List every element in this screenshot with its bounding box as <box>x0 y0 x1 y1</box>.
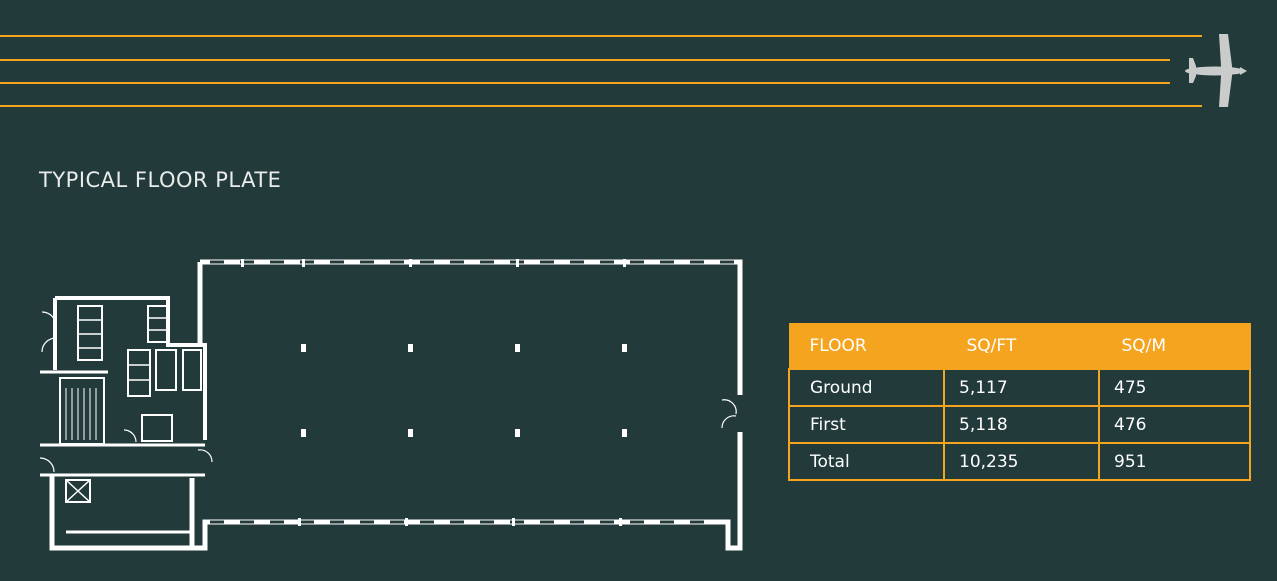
column-header-floor: FLOOR <box>788 323 945 370</box>
sqm-cell: 475 <box>1098 368 1251 407</box>
floor-cell: Ground <box>788 368 945 407</box>
column-header-sqm: SQ/M <box>1098 323 1251 370</box>
airplane-icon <box>1185 34 1247 107</box>
runway-graphic <box>0 34 1247 107</box>
sqft-cell: 5,118 <box>943 405 1100 444</box>
column-header-sqft: SQ/FT <box>943 323 1100 370</box>
area-schedule-table: FLOOR SQ/FT SQ/M Ground 5,117 475 First … <box>788 323 1251 481</box>
sqft-cell: 5,117 <box>943 368 1100 407</box>
sqft-cell: 10,235 <box>943 442 1100 481</box>
table-header-row: FLOOR SQ/FT SQ/M <box>788 323 1251 370</box>
sqm-cell: 476 <box>1098 405 1251 444</box>
page-title: TYPICAL FLOOR PLATE <box>39 168 282 192</box>
table-row: First 5,118 476 <box>788 405 1251 444</box>
table-row: Ground 5,117 475 <box>788 368 1251 407</box>
sqm-cell: 951 <box>1098 442 1251 481</box>
floor-cell: Total <box>788 442 945 481</box>
floor-plan-drawing <box>39 259 743 551</box>
floor-cell: First <box>788 405 945 444</box>
table-row: Total 10,235 951 <box>788 442 1251 481</box>
